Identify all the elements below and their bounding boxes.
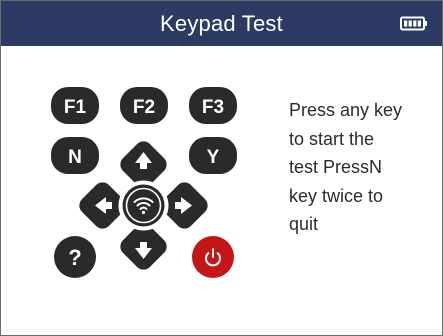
key-center[interactable] — [118, 180, 169, 231]
instruction-text: Press any key to start the test PressN k… — [289, 100, 403, 234]
key-f1[interactable]: F1 — [51, 87, 99, 124]
key-f3[interactable]: F3 — [189, 87, 237, 124]
key-f1-label: F1 — [64, 97, 87, 118]
key-help[interactable]: ? — [54, 236, 96, 278]
key-y[interactable]: Y — [189, 137, 237, 174]
key-power[interactable] — [192, 236, 234, 278]
key-n[interactable]: N — [51, 137, 99, 174]
key-f3-label: F3 — [202, 97, 224, 118]
key-y-label: Y — [207, 147, 220, 168]
key-f2-label: F2 — [133, 97, 155, 118]
keypad-test-screen: Keypad Test F1 F2 F3 N Y ? Press any key… — [0, 0, 443, 336]
key-help-label: ? — [68, 245, 81, 270]
key-f2[interactable]: F2 — [120, 87, 168, 124]
key-n-label: N — [68, 147, 82, 168]
